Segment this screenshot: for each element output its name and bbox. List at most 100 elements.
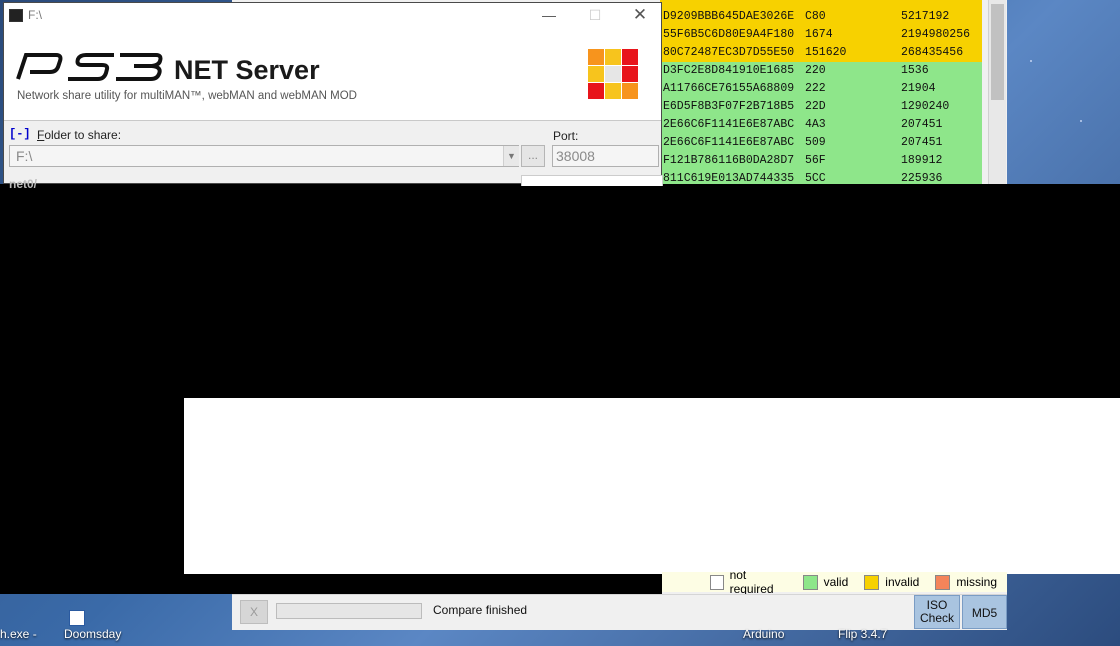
- port-label: Port:: [553, 129, 579, 143]
- table-cell-offset: C80: [805, 10, 826, 23]
- app-icon: [9, 9, 23, 22]
- table-cell-hash: E6D5F8B3F07F2B718B5: [663, 100, 795, 113]
- table-cell-size: 1290240: [901, 100, 950, 113]
- folder-combobox[interactable]: F:\: [9, 145, 519, 167]
- blackout-region: [0, 184, 1120, 398]
- table-cell-hash: 55F6B5C6D80E9A4F180: [663, 28, 795, 41]
- legend-item: invalid: [864, 574, 920, 590]
- legend-label: missing: [956, 575, 997, 589]
- table-cell-offset: 222: [805, 82, 826, 95]
- table-cell-offset: 22D: [805, 100, 826, 113]
- status-message: Compare finished: [433, 603, 528, 617]
- scrollbar-thumb[interactable]: [991, 4, 1004, 100]
- table-row[interactable]: 80C72487EC3D7D55E50 151620 268435456: [660, 44, 982, 62]
- table-row[interactable]: 55F6B5C6D80E9A4F180 1674 2194980256: [660, 26, 982, 44]
- table-cell-offset: 56F: [805, 154, 826, 167]
- logo-cell: [622, 83, 638, 99]
- legend-swatch: [802, 574, 818, 590]
- table-cell-offset: 151620: [805, 46, 847, 59]
- folder-label: Folder to share:: [37, 128, 121, 142]
- logo-cell: [622, 66, 638, 82]
- iso-check-button[interactable]: ISO Check: [914, 595, 960, 629]
- blackout-region: [0, 574, 662, 594]
- progress-bar: [276, 603, 422, 619]
- desktop-icon-label[interactable]: Flip 3.4.7: [838, 627, 887, 641]
- shortcut-icon[interactable]: [69, 610, 85, 626]
- table-cell-size: 21904: [901, 82, 936, 95]
- legend-item: valid: [802, 574, 849, 590]
- iso-check-label-line2: Check: [919, 611, 954, 625]
- table-cell-size: 5217192: [901, 10, 950, 23]
- logo-cell: [588, 83, 604, 99]
- header-banner: NET Server Network share utility for mul…: [4, 27, 661, 121]
- window-title: F:\: [28, 8, 42, 22]
- table-cell-hash: D9209BBB645DAE3026E: [663, 10, 795, 23]
- hash-table-scrollbar[interactable]: [988, 0, 1006, 184]
- table-cell-hash: A11766CE76155A68809: [663, 82, 795, 95]
- logo-cell: [605, 83, 621, 99]
- table-row[interactable]: A11766CE76155A68809 222 21904: [660, 80, 982, 98]
- table-cell-hash: 2E66C6F1141E6E87ABC: [663, 118, 795, 131]
- legend-swatch: [864, 574, 880, 590]
- table-cell-size: 1536: [901, 64, 929, 77]
- status-legend: not required valid invalid missing: [662, 568, 1007, 596]
- logo-cell: [605, 49, 621, 65]
- logo-cell: [588, 66, 604, 82]
- table-row[interactable]: D3FC2E8D841910E1685 220 1536: [660, 62, 982, 80]
- folder-label-text: older to share:: [44, 128, 122, 142]
- collapse-toggle[interactable]: [-]: [9, 127, 31, 141]
- chevron-down-icon[interactable]: ▼: [503, 146, 519, 166]
- table-row[interactable]: D9209BBB645DAE3026E C80 5217192: [660, 8, 982, 26]
- legend-label: invalid: [885, 575, 920, 589]
- table-row: [660, 0, 982, 8]
- app-heading: NET Server: [174, 55, 320, 85]
- ps3-logo: [16, 53, 163, 81]
- hash-table: D9209BBB645DAE3026E C80 5217192 55F6B5C6D80…: [660, 0, 982, 188]
- md5-button[interactable]: MD5: [962, 595, 1007, 629]
- table-cell-offset: 4A3: [805, 118, 826, 131]
- legend-label: valid: [823, 575, 849, 589]
- legend-swatch: [710, 574, 724, 590]
- logo-cell: [622, 49, 638, 65]
- table-row[interactable]: E6D5F8B3F07F2B718B5 22D 1290240: [660, 98, 982, 116]
- table-cell-offset: 509: [805, 136, 826, 149]
- legend-item: missing: [935, 574, 997, 590]
- table-row[interactable]: 2E66C6F1141E6E87ABC 509 207451: [660, 134, 982, 152]
- desktop-icon-label[interactable]: Doomsday: [64, 627, 121, 641]
- table-cell-hash: F121B786116B0DA28D7: [663, 154, 795, 167]
- legend-label: not required: [729, 568, 774, 596]
- network-box: [521, 175, 663, 186]
- table-cell-hash: 80C72487EC3D7D55E50: [663, 46, 795, 59]
- table-row[interactable]: 2E66C6F1141E6E87ABC 4A3 207451: [660, 116, 982, 134]
- logo-cell: [605, 66, 621, 82]
- table-cell-size: 207451: [901, 136, 943, 149]
- ps3-net-server-window: F:\ — ☐ ✕ NET Server Network share utili…: [3, 2, 663, 191]
- table-cell-offset: 1674: [805, 28, 833, 41]
- status-bar: X Compare finished ISO Check MD5: [232, 594, 1007, 629]
- browse-button[interactable]: ...: [521, 145, 545, 167]
- color-grid-logo: [588, 49, 639, 100]
- table-cell-size: 207451: [901, 118, 943, 131]
- logo-cell: [588, 49, 604, 65]
- table-cell-offset: 220: [805, 64, 826, 77]
- title-bar[interactable]: F:\ — ☐ ✕: [4, 3, 661, 27]
- port-field[interactable]: 38008: [552, 145, 659, 167]
- blank-pane: [184, 398, 1120, 574]
- table-cell-size: 189912: [901, 154, 943, 167]
- close-icon[interactable]: ✕: [617, 3, 663, 27]
- iso-check-label-line1: ISO: [926, 598, 948, 612]
- table-cell-hash: D3FC2E8D841910E1685: [663, 64, 795, 77]
- legend-item: not required: [710, 568, 787, 596]
- desktop-icon-label[interactable]: h.exe -: [0, 627, 37, 641]
- app-subtitle: Network share utility for multiMAN™, web…: [17, 90, 357, 102]
- table-cell-size: 268435456: [901, 46, 964, 59]
- desktop-icon-label[interactable]: Arduino: [743, 627, 784, 641]
- cancel-button[interactable]: X: [240, 600, 268, 624]
- table-cell-hash: 2E66C6F1141E6E87ABC: [663, 136, 795, 149]
- table-row[interactable]: F121B786116B0DA28D7 56F 189912: [660, 152, 982, 170]
- legend-swatch: [935, 574, 951, 590]
- maximize-icon[interactable]: ☐: [572, 3, 618, 27]
- network-label: net0/: [9, 177, 38, 191]
- blackout-region: [0, 398, 184, 574]
- minimize-icon[interactable]: —: [526, 3, 572, 27]
